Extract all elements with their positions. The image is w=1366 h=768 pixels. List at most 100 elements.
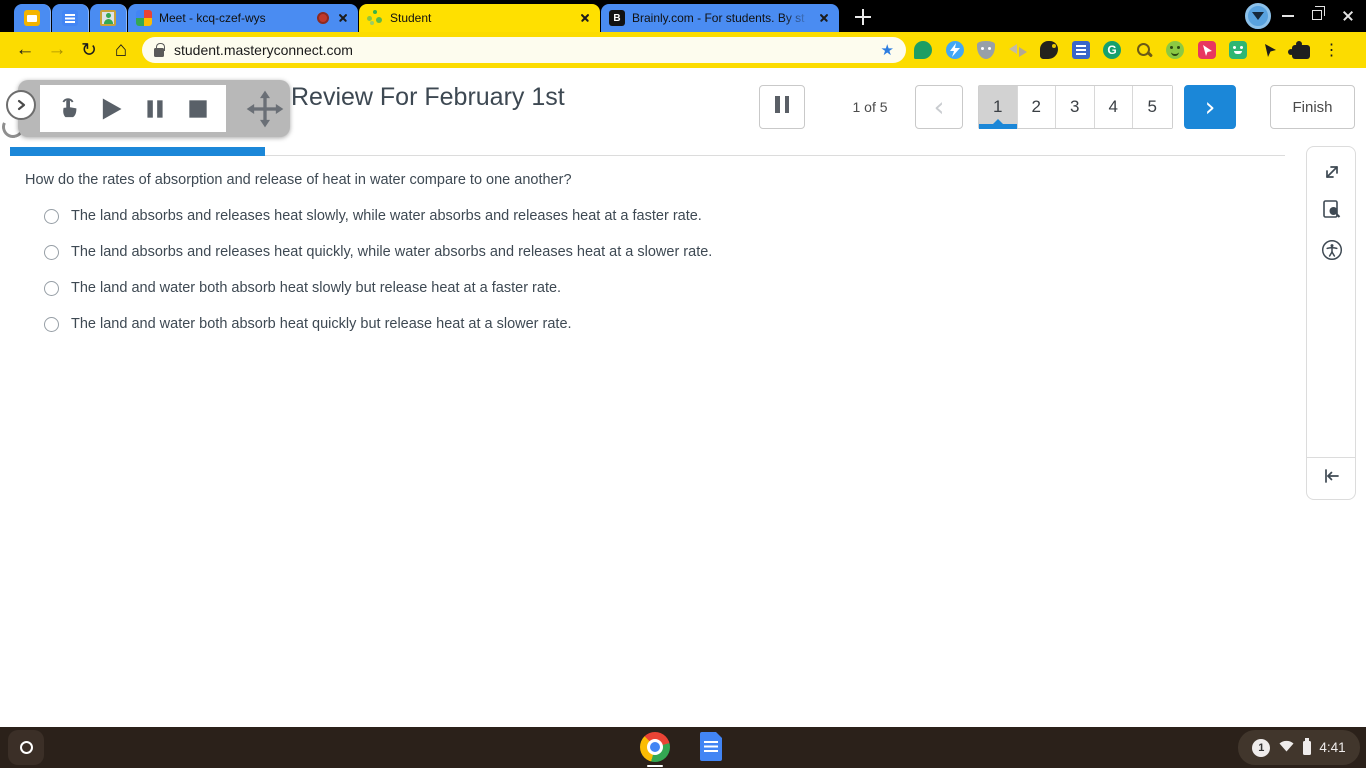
meet-favicon-icon <box>136 10 152 26</box>
url-text: student.masteryconnect.com <box>174 42 353 58</box>
secure-lock-icon[interactable] <box>154 42 165 57</box>
smiley-extension-icon[interactable] <box>1166 41 1184 59</box>
bookmark-star-icon[interactable]: ★ <box>881 41 894 59</box>
readaloud-expand-button[interactable] <box>6 90 36 120</box>
screen: Meet - kcq-czef-wys Student B Brainly.co… <box>0 0 1366 768</box>
tab-brainly-title: Brainly.com - For students. By st <box>632 11 805 25</box>
new-tab-button[interactable] <box>851 5 875 29</box>
progress-fill <box>10 147 265 156</box>
bird-extension-icon[interactable] <box>1040 41 1058 59</box>
browser-toolbar: ← → ↻ ⌂ student.masteryconnect.com ★ G ⋮ <box>0 32 1366 68</box>
radio-button-1[interactable] <box>44 208 59 224</box>
classroom-extension-icon[interactable] <box>1229 41 1247 59</box>
page-button-5[interactable]: 5 <box>1133 86 1172 128</box>
extensions-puzzle-icon[interactable] <box>1288 40 1310 59</box>
extensions-row: G ⋮ <box>914 40 1360 60</box>
page-button-1[interactable]: 1 <box>979 86 1018 129</box>
docs-favicon-icon <box>62 10 78 26</box>
accessibility-icon[interactable] <box>1319 237 1345 263</box>
reload-button[interactable]: ↻ <box>74 32 104 68</box>
progress-bar <box>10 147 1285 156</box>
book-extension-icon[interactable] <box>1071 41 1090 59</box>
notification-badge: 1 <box>1252 738 1271 757</box>
tab-meet-close-icon[interactable] <box>336 11 350 25</box>
chrome-app-icon[interactable] <box>640 732 670 762</box>
clock-label: 4:41 <box>1319 740 1346 755</box>
quiz-page: Review For February 1st 1 of 5 ‹ 1 2 3 4… <box>0 68 1366 727</box>
speech-bubble-extension-icon[interactable] <box>914 41 932 59</box>
next-page-button[interactable]: › <box>1184 85 1236 129</box>
readaloud-controls <box>40 85 226 132</box>
tab-student-title: Student <box>390 11 432 25</box>
grammarly-extension-icon[interactable]: G <box>1103 41 1121 59</box>
question-text: How do the rates of absorption and relea… <box>25 172 572 188</box>
answer-option-1[interactable]: The land absorbs and releases heat slowl… <box>44 208 702 224</box>
page-button-3[interactable]: 3 <box>1056 86 1095 128</box>
finish-button[interactable]: Finish <box>1270 85 1355 129</box>
window-close-button[interactable] <box>1341 9 1355 23</box>
tab-meet-title: Meet - kcq-czef-wys <box>159 11 266 25</box>
pause-icon[interactable] <box>139 93 171 125</box>
slides-favicon-icon <box>24 10 40 26</box>
radio-button-3[interactable] <box>44 280 59 296</box>
expand-icon[interactable] <box>1319 159 1345 185</box>
radio-button-2[interactable] <box>44 244 59 260</box>
radio-button-4[interactable] <box>44 316 59 332</box>
shield-extension-icon[interactable] <box>977 41 995 59</box>
readaloud-toolbar <box>18 80 290 137</box>
pinned-tab-slides[interactable] <box>14 4 51 32</box>
masteryconnect-favicon-icon <box>367 10 383 26</box>
tab-student-close-icon[interactable] <box>578 11 592 25</box>
sync-arrows-extension-icon[interactable] <box>1008 41 1027 59</box>
pinned-tab-docs[interactable] <box>52 4 89 32</box>
battery-icon <box>1303 738 1312 755</box>
cursor-extension-icon[interactable] <box>1261 41 1279 59</box>
address-bar[interactable]: student.masteryconnect.com ★ <box>142 37 906 63</box>
previous-page-button[interactable]: ‹ <box>915 85 963 129</box>
meet-avatar-favicon-icon <box>100 10 116 26</box>
status-tray[interactable]: 1 4:41 <box>1238 730 1360 765</box>
screencast-extension-icon[interactable] <box>1197 41 1216 59</box>
lightning-extension-icon[interactable] <box>945 41 964 59</box>
pinned-tab-meet-avatar[interactable] <box>90 4 127 32</box>
os-shelf: 1 4:41 <box>0 727 1366 768</box>
wifi-icon <box>1278 738 1295 757</box>
screen-record-indicator-icon[interactable] <box>1245 3 1271 29</box>
answer-option-4[interactable]: The land and water both absorb heat quic… <box>44 316 572 332</box>
back-button[interactable]: ← <box>10 32 40 68</box>
document-zoom-icon[interactable] <box>1319 197 1345 223</box>
tab-meet[interactable]: Meet - kcq-czef-wys <box>128 4 358 32</box>
tab-brainly[interactable]: B Brainly.com - For students. By st <box>601 4 839 32</box>
collapse-left-icon[interactable] <box>1319 464 1343 493</box>
answer-option-3[interactable]: The land and water both absorb heat slow… <box>44 280 561 296</box>
page-number-group: 1 2 3 4 5 <box>978 85 1173 129</box>
chrome-running-indicator <box>647 764 663 767</box>
recording-indicator-icon <box>317 12 329 24</box>
launcher-icon <box>19 741 33 754</box>
launcher-button[interactable] <box>8 730 44 765</box>
tap-hand-icon[interactable] <box>52 93 84 125</box>
move-cross-icon[interactable] <box>245 89 285 129</box>
tab-student[interactable]: Student <box>359 4 600 32</box>
page-button-4[interactable]: 4 <box>1094 86 1133 128</box>
page-title: Review For February 1st <box>291 83 565 111</box>
collapse-panel-section <box>1307 457 1355 499</box>
tab-brainly-close-icon[interactable] <box>817 11 831 25</box>
magnifier-extension-icon[interactable] <box>1135 41 1153 59</box>
page-count-label: 1 of 5 <box>852 99 888 115</box>
browser-menu-icon[interactable]: ⋮ <box>1324 40 1340 60</box>
play-icon[interactable] <box>95 93 127 125</box>
tools-side-panel <box>1306 146 1356 500</box>
brainly-favicon-icon: B <box>609 10 625 26</box>
window-minimize-button[interactable] <box>1282 15 1294 17</box>
tab-strip: Meet - kcq-czef-wys Student B Brainly.co… <box>0 0 1366 32</box>
window-restore-button[interactable] <box>1312 6 1325 20</box>
page-button-2[interactable]: 2 <box>1017 86 1056 128</box>
pause-quiz-button[interactable] <box>759 85 805 129</box>
answer-option-2[interactable]: The land absorbs and releases heat quick… <box>44 244 712 260</box>
docs-app-icon[interactable] <box>700 732 722 761</box>
stop-icon[interactable] <box>182 93 214 125</box>
forward-button[interactable]: → <box>42 32 72 68</box>
home-button[interactable]: ⌂ <box>106 32 136 68</box>
pause-bars-icon <box>773 96 792 118</box>
